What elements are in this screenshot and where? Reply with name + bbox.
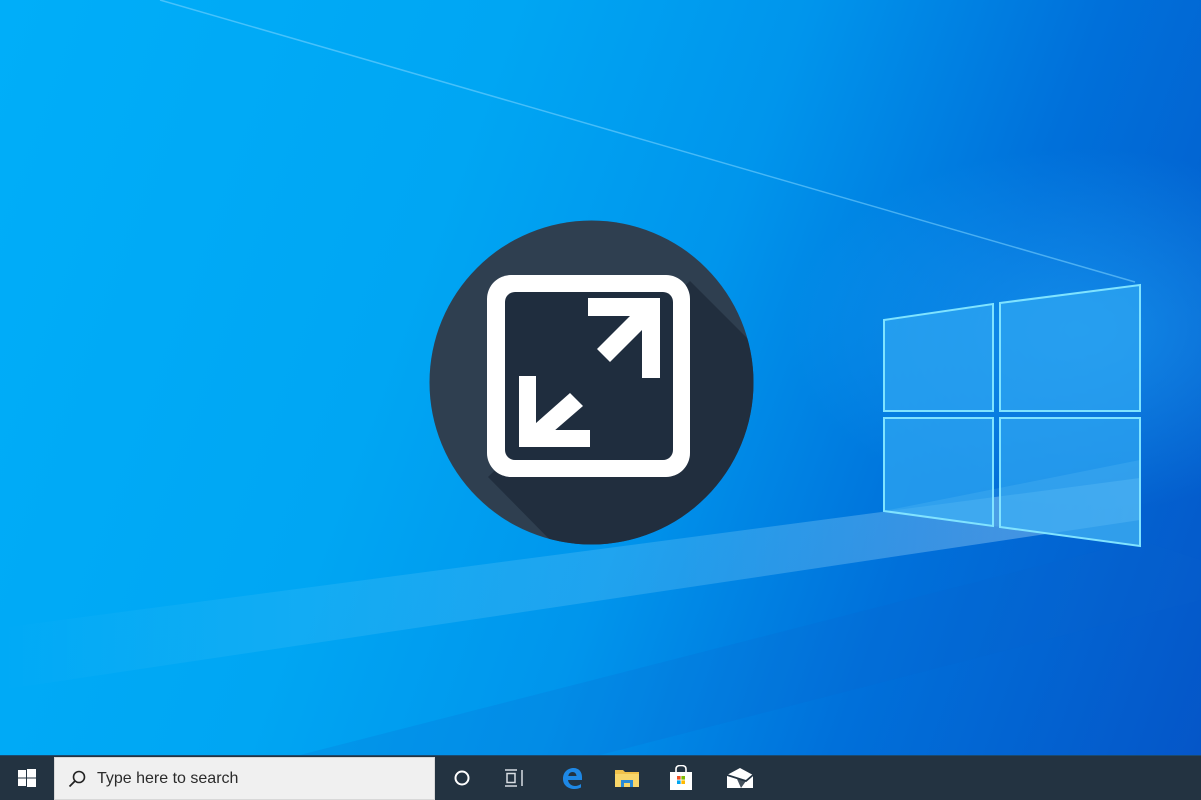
cortana-button[interactable] — [438, 756, 486, 800]
maximize-fullscreen-icon[interactable] — [428, 219, 755, 546]
logo-pane-top-right — [999, 283, 1141, 412]
edge-browser-icon — [563, 768, 582, 789]
file-explorer-folder-icon — [615, 770, 639, 787]
search-box[interactable]: Type here to search — [54, 757, 435, 800]
mail-envelope-icon — [726, 768, 754, 788]
desktop — [0, 0, 1201, 755]
edge-button[interactable] — [548, 756, 596, 800]
file-explorer-button[interactable] — [603, 756, 651, 800]
logo-pane-top-left — [883, 302, 994, 412]
taskbar: Type here to search — [0, 755, 1201, 800]
mail-button[interactable] — [716, 756, 764, 800]
task-view-icon — [505, 769, 523, 787]
microsoft-store-bag-icon — [670, 765, 692, 790]
store-button[interactable] — [657, 756, 705, 800]
start-button[interactable] — [0, 756, 54, 800]
search-icon — [68, 770, 86, 787]
task-view-button[interactable] — [491, 756, 539, 800]
cortana-circle-icon — [454, 770, 470, 786]
search-placeholder: Type here to search — [97, 769, 239, 787]
windows-start-icon — [18, 769, 36, 787]
